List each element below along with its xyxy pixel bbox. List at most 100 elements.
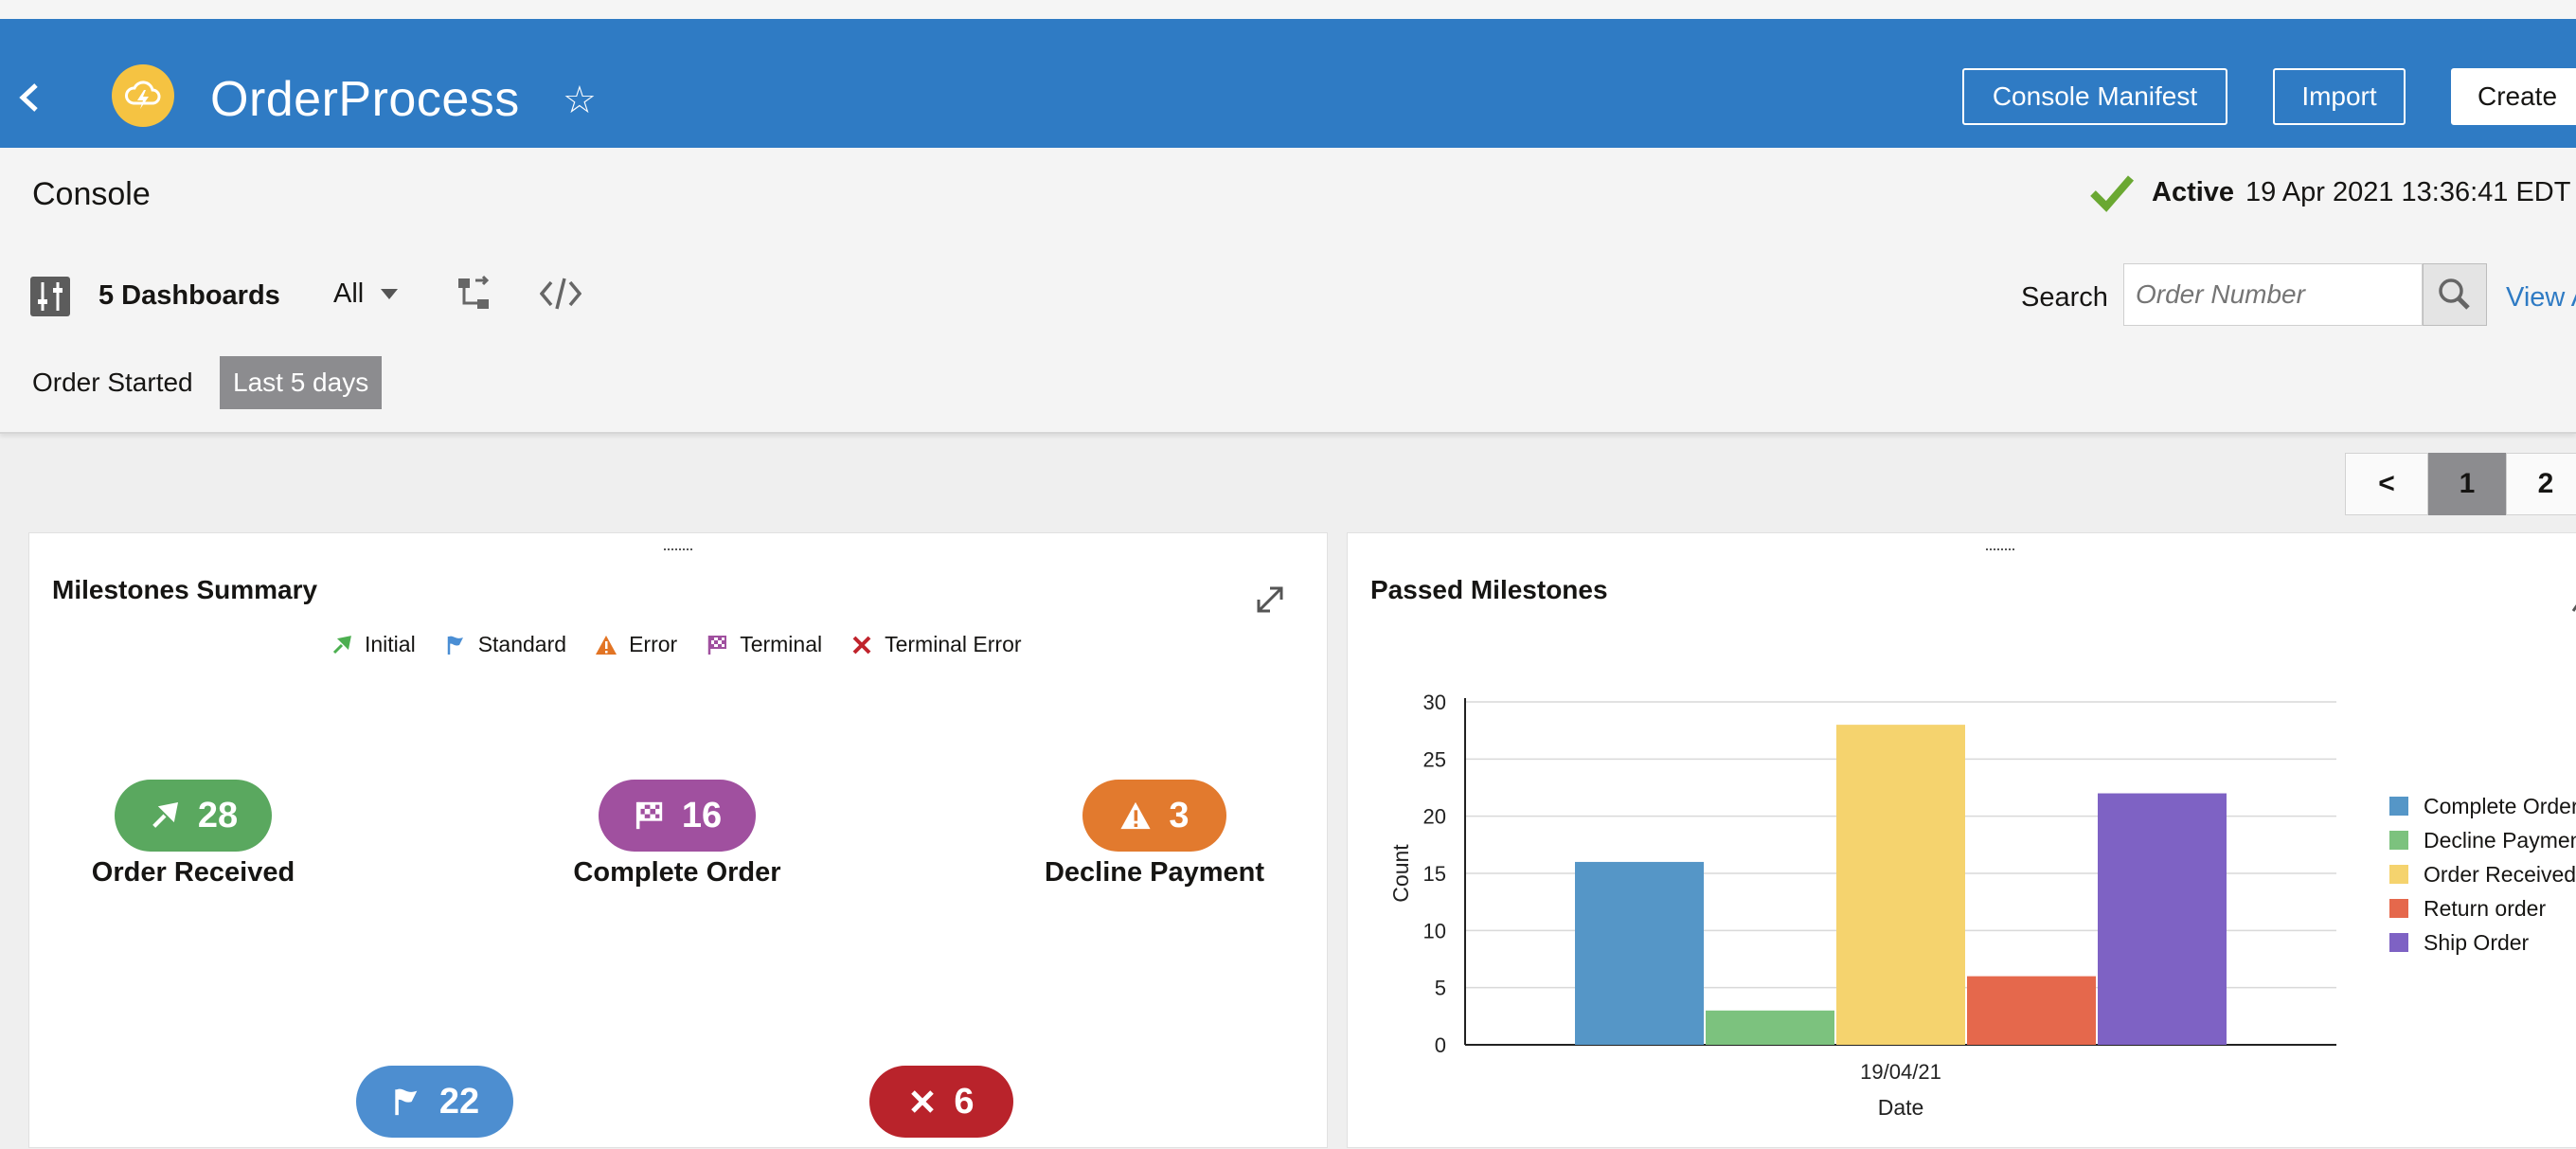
chart-legend-item: Ship Order	[2389, 925, 2576, 960]
milestone-count-pill: 3	[1082, 780, 1226, 852]
dashboards-sliders-icon[interactable]	[30, 277, 70, 316]
milestone-legend: Initial Standard Error Terminal Terminal…	[331, 632, 1050, 657]
milestone-count: 28	[197, 795, 239, 835]
legend-label: Error	[629, 632, 678, 656]
terminal-checkered-flag-icon	[707, 635, 727, 655]
search-label: Search	[2021, 282, 2108, 313]
drag-handle-icon[interactable]	[1986, 548, 2014, 554]
milestone-count: 3	[1169, 795, 1190, 835]
milestone-count-pill: 22	[356, 1066, 513, 1138]
milestone-name: Order Received	[91, 857, 295, 888]
milestone-count-pill: 28	[115, 780, 272, 852]
legend-label: Initial	[365, 632, 416, 656]
expand-icon[interactable]	[1253, 583, 1287, 617]
terminal-error-x-icon	[852, 636, 871, 654]
order-started-label: Order Started	[32, 368, 193, 397]
milestone-name: Complete Order	[573, 857, 781, 888]
order-started-range-chip[interactable]: Last 5 days	[220, 356, 383, 409]
legend-swatch	[2389, 899, 2408, 918]
bar-return-order	[1967, 976, 2096, 1045]
order-search-input[interactable]	[2123, 263, 2423, 326]
caret-down-icon	[381, 289, 399, 299]
milestone-decline-payment[interactable]: 3 Decline Payment	[1031, 780, 1278, 889]
y-tick-label: 20	[1423, 805, 1446, 829]
app-logo	[112, 64, 174, 127]
bar-decline-payment	[1706, 1010, 1834, 1045]
legend-label: Order Received	[2424, 861, 2576, 887]
y-tick-label: 25	[1423, 747, 1446, 771]
milestone-order-received[interactable]: 28 Order Received	[70, 780, 316, 889]
console-manifest-button[interactable]: Console Manifest	[1962, 68, 2227, 125]
milestones-summary-panel: Milestones Summary Initial Standard Erro…	[28, 532, 1328, 1148]
legend-label: Complete Order	[2424, 793, 2576, 818]
legend-item-error: Error	[595, 632, 677, 657]
legend-swatch	[2389, 865, 2408, 884]
y-tick-label: 10	[1423, 919, 1446, 943]
y-tick-label: 5	[1435, 977, 1446, 1000]
milestone-standard[interactable]: 22	[312, 1066, 558, 1143]
legend-item-standard: Standard	[444, 632, 566, 657]
x-axis-title: Date	[1878, 1095, 1924, 1120]
legend-swatch	[2389, 933, 2408, 952]
x-tick-label: 19/04/21	[1860, 1060, 1941, 1084]
milestone-count: 16	[681, 795, 723, 835]
standard-flag-icon	[395, 1088, 418, 1116]
legend-label: Return order	[2424, 895, 2547, 921]
cloud-lightning-icon	[125, 81, 161, 109]
error-warning-icon	[596, 635, 617, 655]
legend-label: Terminal Error	[885, 632, 1022, 656]
terminal-error-x-icon	[911, 1090, 935, 1113]
active-check-icon	[2090, 175, 2135, 212]
milestone-count: 22	[438, 1081, 480, 1122]
y-axis-title: Count	[1388, 844, 1413, 903]
legend-label: Ship Order	[2424, 929, 2530, 955]
bar-ship-order	[2098, 793, 2227, 1045]
chart-legend: Complete Order Decline Payment Order Rec…	[2389, 789, 2576, 960]
expand-icon[interactable]	[2569, 583, 2576, 617]
status-indicator: Active 19 Apr 2021 13:36:41 EDT	[2089, 172, 2570, 212]
milestone-count-pill: 6	[869, 1066, 1013, 1138]
legend-swatch	[2389, 831, 2408, 850]
create-button[interactable]: Create	[2451, 68, 2576, 125]
legend-item-terminal-error: Terminal Error	[850, 632, 1022, 657]
flow-structure-icon[interactable]	[455, 275, 492, 313]
dashboards-count: 5 Dashboards	[98, 280, 280, 311]
favorite-star-icon[interactable]: ☆	[563, 81, 597, 119]
chart-legend-item: Decline Payment	[2389, 823, 2576, 857]
milestone-count: 6	[954, 1081, 975, 1122]
dashboard-filter-select[interactable]: All	[333, 278, 399, 310]
import-button[interactable]: Import	[2273, 68, 2406, 125]
initial-icon	[152, 801, 178, 828]
filter-value: All	[333, 278, 365, 309]
page-1-button[interactable]: 1	[2428, 453, 2506, 515]
status-timestamp: 19 Apr 2021 13:36:41 EDT	[2245, 176, 2571, 207]
panel-title: Milestones Summary	[52, 575, 318, 604]
error-warning-icon	[1120, 801, 1152, 830]
milestone-terminal-error[interactable]: 6	[818, 1066, 1064, 1143]
legend-item-initial: Initial	[331, 632, 416, 657]
milestone-complete-order[interactable]: 16 Complete Order	[554, 780, 800, 889]
page-prev-button[interactable]: <	[2345, 453, 2428, 515]
legend-item-terminal: Terminal	[706, 632, 822, 657]
chart-legend-item: Order Received	[2389, 857, 2576, 891]
browser-top-strip	[0, 0, 2576, 19]
code-brackets-icon[interactable]	[540, 275, 581, 313]
search-button[interactable]	[2423, 263, 2487, 326]
view-all-link[interactable]: View A	[2506, 282, 2576, 314]
y-tick-label: 15	[1423, 862, 1446, 886]
bar-complete-order	[1575, 861, 1704, 1045]
chart-legend-item: Return order	[2389, 891, 2576, 925]
page-title: Console	[32, 176, 151, 212]
bar-order-received	[1836, 725, 1965, 1045]
initial-icon	[332, 635, 351, 654]
y-tick-label: 0	[1435, 1033, 1446, 1057]
drag-handle-icon[interactable]	[664, 548, 692, 554]
search-icon	[2439, 278, 2470, 310]
app-title: OrderProcess	[210, 72, 520, 127]
milestone-name: Decline Payment	[1044, 857, 1265, 888]
page-2-button[interactable]: 2	[2506, 453, 2576, 515]
terminal-checkered-flag-icon	[635, 801, 663, 830]
back-chevron-icon[interactable]	[15, 81, 42, 114]
panel-title: Passed Milestones	[1370, 575, 1608, 604]
y-tick-label: 30	[1423, 691, 1446, 714]
